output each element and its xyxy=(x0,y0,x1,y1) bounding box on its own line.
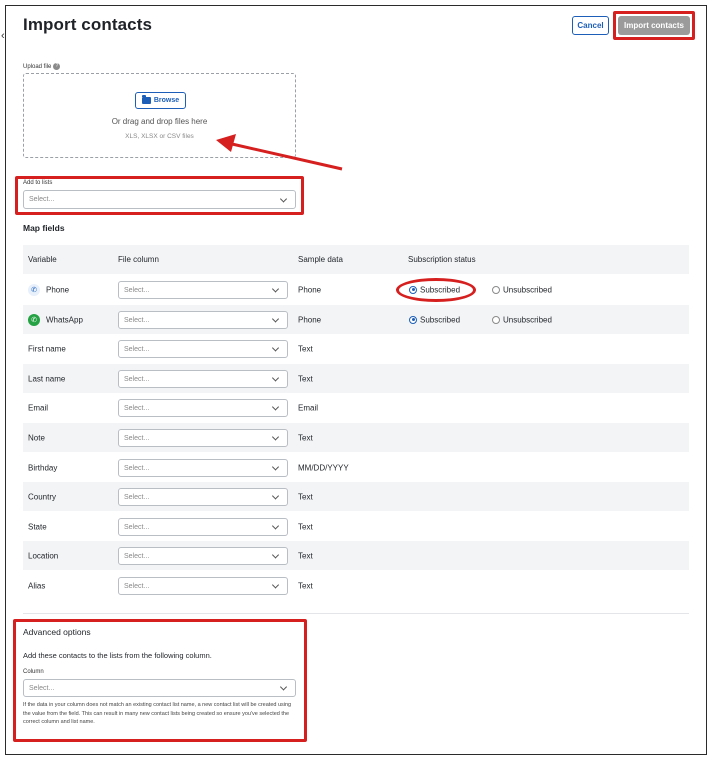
file-column-placeholder: Select... xyxy=(124,552,150,560)
table-row-birthday: Birthday Select... MM/DD/YYYY xyxy=(23,453,689,482)
table-row-email: Email Select... Email xyxy=(23,393,689,422)
file-column-placeholder: Select... xyxy=(124,493,150,501)
sample-data: Phone xyxy=(298,315,322,324)
add-to-lists-placeholder: Select... xyxy=(29,196,55,203)
sample-data: Text xyxy=(298,374,313,383)
file-column-select[interactable]: Select... xyxy=(118,281,288,299)
annotation-arrow-head xyxy=(216,134,236,152)
unsubscribed-radio[interactable] xyxy=(492,285,500,294)
annotation-oval-subscribed xyxy=(396,278,476,302)
chevron-down-icon xyxy=(279,683,288,691)
variable-name: Birthday xyxy=(28,463,58,472)
chevron-down-icon xyxy=(271,344,280,352)
column-header-sample-data: Sample data xyxy=(298,255,343,264)
chevron-down-icon xyxy=(271,433,280,441)
chevron-down-icon xyxy=(271,315,280,323)
chevron-down-icon xyxy=(279,194,288,203)
file-column-select[interactable]: Select... xyxy=(118,340,288,358)
subscribed-radio[interactable] xyxy=(409,315,417,324)
unsubscribed-label: Unsubscribed xyxy=(503,285,552,294)
file-column-select[interactable]: Select... xyxy=(118,459,288,477)
variable-name: First name xyxy=(28,344,66,353)
variable-name: Phone xyxy=(46,285,70,294)
sample-data: Phone xyxy=(298,285,322,294)
subscribed-label: Subscribed xyxy=(420,315,461,324)
variable-name: Alias xyxy=(28,581,46,590)
column-header-variable: Variable xyxy=(28,255,57,264)
chevron-down-icon xyxy=(271,403,280,411)
file-column-select[interactable]: Select... xyxy=(118,577,288,595)
file-column-placeholder: Select... xyxy=(124,286,150,294)
map-fields-table-header: Variable File column Sample data Subscri… xyxy=(23,245,689,274)
chevron-down-icon xyxy=(271,463,280,471)
table-row-last-name: Last name Select... Text xyxy=(23,364,689,393)
variable-name: Location xyxy=(28,551,59,560)
chevron-down-icon xyxy=(271,374,280,382)
table-row-state: State Select... Text xyxy=(23,512,689,541)
variable-name: Email xyxy=(28,403,49,412)
file-column-select[interactable]: Select... xyxy=(118,311,288,329)
table-row-location: Location Select... Text xyxy=(23,541,689,570)
file-column-placeholder: Select... xyxy=(124,316,150,324)
advanced-options-description: Add these contacts to the lists from the… xyxy=(23,651,212,660)
column-header-subscription-status: Subscription status xyxy=(408,255,476,264)
whatsapp-icon: ✆ xyxy=(28,313,40,326)
file-column-select[interactable]: Select... xyxy=(118,429,288,447)
sample-data: Text xyxy=(298,344,313,353)
chevron-down-icon xyxy=(271,285,280,293)
advanced-options-title: Advanced options xyxy=(23,627,91,637)
sample-data: Text xyxy=(298,551,313,560)
table-row-alias: Alias Select... Text xyxy=(23,571,689,600)
variable-name: Country xyxy=(28,492,57,501)
advanced-options-note: If the data in your column does not matc… xyxy=(23,702,292,725)
file-column-select[interactable]: Select... xyxy=(118,399,288,417)
table-row-whatsapp: ✆ WhatsApp Select... Phone Subscribed Un… xyxy=(23,305,689,334)
sample-data: Text xyxy=(298,433,313,442)
advanced-column-select[interactable]: Select... xyxy=(23,679,296,697)
chevron-down-icon xyxy=(271,551,280,559)
add-to-lists-select[interactable]: Select... xyxy=(23,190,296,209)
file-column-placeholder: Select... xyxy=(124,523,150,531)
file-column-select[interactable]: Select... xyxy=(118,370,288,388)
file-column-placeholder: Select... xyxy=(124,434,150,442)
column-label: Column xyxy=(23,669,44,675)
map-fields-title: Map fields xyxy=(23,223,65,233)
sample-data: Text xyxy=(298,581,313,590)
file-column-placeholder: Select... xyxy=(124,464,150,472)
sample-data: Text xyxy=(298,492,313,501)
sample-data: Email xyxy=(298,403,319,412)
table-row-phone: ✆ Phone Select... Phone Subscribed Unsub… xyxy=(23,275,689,304)
phone-icon: ✆ xyxy=(28,283,40,296)
column-header-file-column: File column xyxy=(118,255,159,264)
file-column-placeholder: Select... xyxy=(124,345,150,353)
table-row-note: Note Select... Text xyxy=(23,423,689,452)
chevron-down-icon xyxy=(271,492,280,500)
variable-name: Note xyxy=(28,433,45,442)
file-column-select[interactable]: Select... xyxy=(118,518,288,536)
file-column-placeholder: Select... xyxy=(124,582,150,590)
sample-data: Text xyxy=(298,522,313,531)
table-row-first-name: First name Select... Text xyxy=(23,334,689,363)
add-to-lists-label: Add to lists xyxy=(23,180,53,186)
table-row-country: Country Select... Text xyxy=(23,482,689,511)
unsubscribed-label: Unsubscribed xyxy=(503,315,552,324)
sample-data: MM/DD/YYYY xyxy=(298,463,349,472)
chevron-down-icon xyxy=(271,581,280,589)
variable-name: Last name xyxy=(28,374,66,383)
variable-name: WhatsApp xyxy=(46,315,83,324)
advanced-column-placeholder: Select... xyxy=(29,684,55,692)
file-column-placeholder: Select... xyxy=(124,404,150,412)
file-column-placeholder: Select... xyxy=(124,375,150,383)
chevron-down-icon xyxy=(271,522,280,530)
file-column-select[interactable]: Select... xyxy=(118,547,288,565)
section-divider xyxy=(23,613,689,614)
file-column-select[interactable]: Select... xyxy=(118,488,288,506)
unsubscribed-radio[interactable] xyxy=(492,315,500,324)
annotation-arrow-line xyxy=(231,142,343,171)
variable-name: State xyxy=(28,522,47,531)
